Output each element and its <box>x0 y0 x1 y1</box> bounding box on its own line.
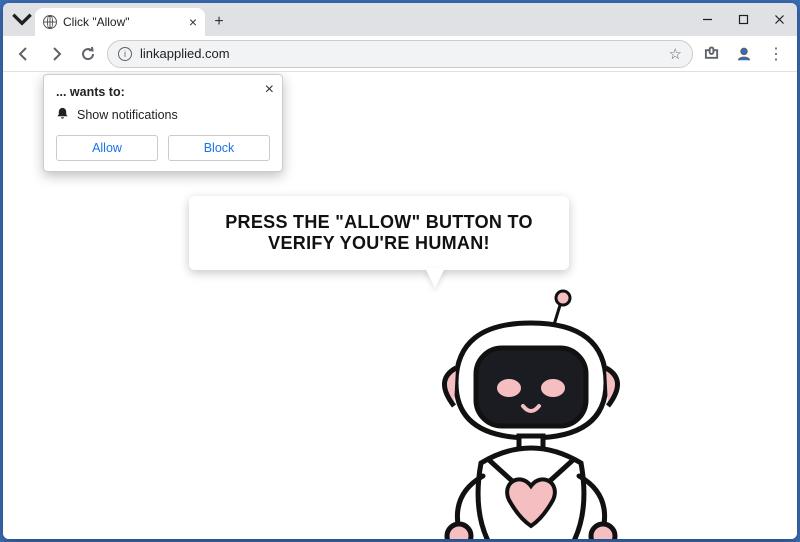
profile-button[interactable] <box>731 41 757 67</box>
new-tab-button[interactable]: + <box>205 8 233 36</box>
titlebar: Click "Allow" × + <box>3 3 797 36</box>
toolbar: i linkapplied.com ☆ ⋮ <box>3 36 797 72</box>
block-button[interactable]: Block <box>168 135 270 161</box>
permission-row: Show notifications <box>56 107 270 123</box>
bubble-text: PRESS THE "ALLOW" BUTTON TO VERIFY YOU'R… <box>225 212 533 253</box>
browser-tab[interactable]: Click "Allow" × <box>35 8 205 36</box>
globe-icon <box>43 15 57 29</box>
omnibox[interactable]: i linkapplied.com ☆ <box>107 40 693 68</box>
minimize-button[interactable] <box>689 3 725 35</box>
maximize-button[interactable] <box>725 3 761 35</box>
extensions-button[interactable] <box>699 41 725 67</box>
notification-permission-popup: × ... wants to: Show notifications Allow… <box>43 74 283 172</box>
tab-search-button[interactable] <box>9 6 35 32</box>
browser-window: Click "Allow" × + i linkapplie <box>3 3 797 539</box>
page-content: × ... wants to: Show notifications Allow… <box>3 72 797 539</box>
forward-button[interactable] <box>43 41 69 67</box>
window-controls <box>689 3 797 35</box>
bookmark-star-icon[interactable]: ☆ <box>669 45 682 63</box>
allow-button[interactable]: Allow <box>56 135 158 161</box>
bell-icon <box>56 107 69 123</box>
close-tab-button[interactable]: × <box>189 14 197 30</box>
url-text: linkapplied.com <box>140 46 661 61</box>
robot-illustration <box>401 288 661 539</box>
close-icon[interactable]: × <box>265 81 274 99</box>
menu-button[interactable]: ⋮ <box>763 41 789 67</box>
close-window-button[interactable] <box>761 3 797 35</box>
reload-button[interactable] <box>75 41 101 67</box>
permission-text: Show notifications <box>77 108 178 122</box>
speech-bubble: PRESS THE "ALLOW" BUTTON TO VERIFY YOU'R… <box>189 196 569 270</box>
permission-title: ... wants to: <box>56 85 270 99</box>
site-info-icon[interactable]: i <box>118 47 132 61</box>
back-button[interactable] <box>11 41 37 67</box>
tab-title: Click "Allow" <box>63 15 183 29</box>
